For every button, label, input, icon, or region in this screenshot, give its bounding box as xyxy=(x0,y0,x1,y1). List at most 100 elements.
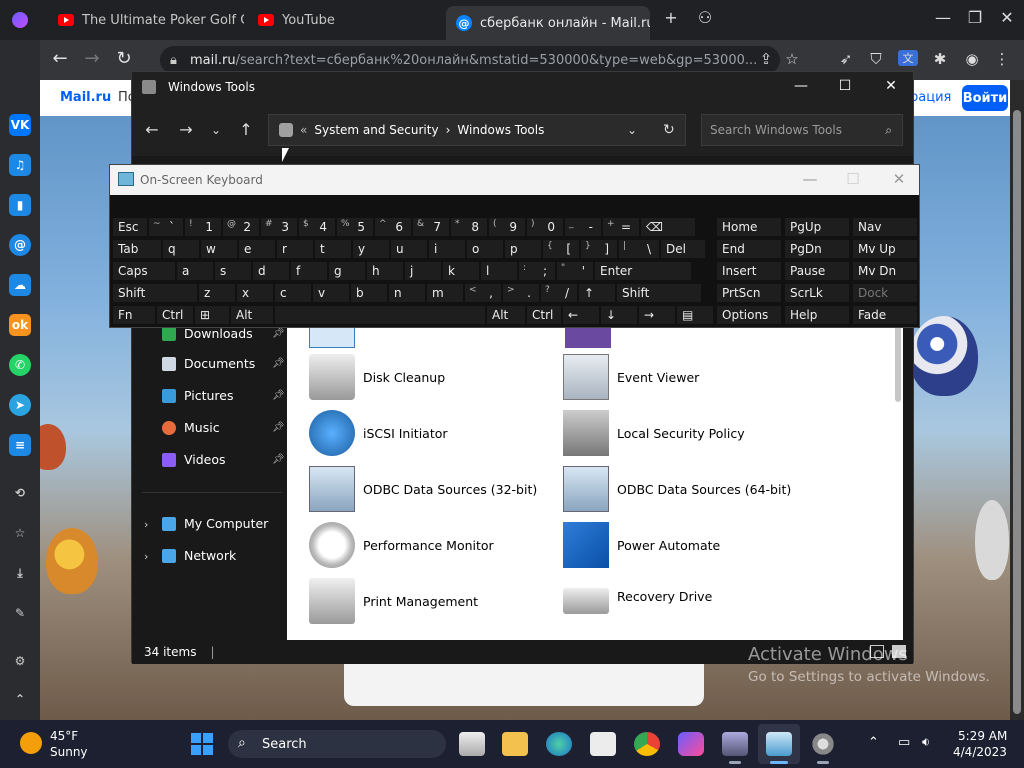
osk-key[interactable]: ^ 6 xyxy=(374,217,412,237)
cloud-icon[interactable]: ☁ xyxy=(9,274,31,296)
osk-key[interactable]: % 5 xyxy=(336,217,374,237)
osk-nav-key[interactable]: Dock xyxy=(852,283,918,303)
osk-key[interactable]: >. xyxy=(502,283,540,303)
stats-icon[interactable]: ▮ xyxy=(9,194,31,216)
osk-key[interactable]: {[ xyxy=(542,239,580,259)
osk-key[interactable]: o xyxy=(466,239,504,259)
osk-key[interactable]: + = xyxy=(602,217,640,237)
rocket-icon[interactable]: ➶ xyxy=(836,50,856,68)
whatsapp-icon[interactable]: ✆ xyxy=(9,354,31,376)
osk-key[interactable]: m xyxy=(426,283,464,303)
scrollbar-thumb[interactable] xyxy=(1013,110,1021,714)
tab-youtube[interactable]: YouTube xyxy=(248,5,438,35)
incognito-icon[interactable]: ⚇ xyxy=(690,8,720,27)
maximize-icon[interactable]: ☐ xyxy=(830,78,860,94)
osk-key[interactable]: @2 xyxy=(222,217,260,237)
osk-nav-key[interactable]: PgUp xyxy=(784,217,850,237)
extensions-icon[interactable]: ✱ xyxy=(930,50,950,68)
nav-item-my-computer[interactable]: My Computer xyxy=(162,516,268,531)
osk-key[interactable]: ↓ xyxy=(600,305,638,325)
osk-key[interactable]: Fn xyxy=(112,305,156,325)
close-icon[interactable]: ✕ xyxy=(884,170,914,188)
osk-key[interactable]: ← xyxy=(562,305,600,325)
refresh-icon[interactable]: ↻ xyxy=(663,122,675,138)
breadcrumb-system-security[interactable]: System and Security xyxy=(314,123,438,137)
profile-icon[interactable]: ◉ xyxy=(962,50,982,68)
weather-condition[interactable]: Sunny xyxy=(50,745,88,759)
osk-key[interactable]: Shift xyxy=(112,283,198,303)
close-window-icon[interactable]: ✕ xyxy=(992,8,1022,27)
osk-key[interactable] xyxy=(274,305,486,325)
nav-item-videos[interactable]: Videos xyxy=(162,452,226,467)
osk-key[interactable]: c xyxy=(274,283,312,303)
volume-icon[interactable]: 🔉︎ xyxy=(922,735,930,750)
osk-key[interactable]: f xyxy=(290,261,328,281)
osk-key[interactable]: ? / xyxy=(540,283,578,303)
share-icon[interactable]: ⇪ xyxy=(756,50,776,68)
url-field[interactable]: 🔒︎ mail.ru/search?text=сбербанк%20онлайн… xyxy=(160,46,780,74)
osk-nav-key[interactable]: PrtScn xyxy=(716,283,782,303)
osk-nav-key[interactable]: Help xyxy=(784,305,850,325)
osk-key[interactable]: #3 xyxy=(260,217,298,237)
osk-key[interactable]: & 7 xyxy=(412,217,450,237)
tool-event-viewer[interactable]: Event Viewer xyxy=(563,354,699,400)
osk-key[interactable]: ⊞ xyxy=(194,305,230,325)
weather-temperature[interactable]: 45°F xyxy=(50,729,78,743)
back-icon[interactable]: ← xyxy=(142,120,162,139)
osk-key[interactable]: ! 1 xyxy=(184,217,222,237)
osk-nav-key[interactable]: PgDn xyxy=(784,239,850,259)
minimize-icon[interactable]: — xyxy=(795,170,825,188)
new-tab-icon[interactable]: + xyxy=(656,8,686,27)
collapse-icon[interactable]: ⌃ xyxy=(9,688,31,710)
mailru-logo[interactable]: Mail.ru xyxy=(60,90,111,105)
osk-nav-key[interactable]: Fade xyxy=(852,305,918,325)
control-panel-taskbar-icon[interactable] xyxy=(722,732,748,756)
chevron-right-icon[interactable]: › xyxy=(144,550,148,563)
osk-key[interactable]: k xyxy=(442,261,480,281)
breadcrumb[interactable]: « System and Security › Windows Tools ⌄ … xyxy=(268,114,686,146)
bookmark-star-icon[interactable]: ☆ xyxy=(782,50,802,68)
translate-icon[interactable]: 文 xyxy=(898,50,918,66)
osk-key[interactable]: Ctrl xyxy=(526,305,562,325)
osk-nav-key[interactable]: Mv Up xyxy=(852,239,918,259)
pin-icon[interactable]: 📌︎ xyxy=(272,454,285,465)
osk-nav-key[interactable]: Insert xyxy=(716,261,782,281)
osk-key[interactable]: :; xyxy=(518,261,556,281)
osk-key[interactable]: ~ ` xyxy=(148,217,184,237)
taskbar-search[interactable]: ⌕ Search xyxy=(228,730,446,758)
chrome-icon[interactable] xyxy=(634,732,660,756)
osk-key[interactable]: ⌫ xyxy=(640,217,696,237)
tab-mailru-active[interactable]: @ сбербанк онлайн - Mail.ru ✕ xyxy=(446,6,650,40)
tool-power-automate[interactable]: Power Automate xyxy=(563,522,720,568)
clock-date[interactable]: 4/4/2023 xyxy=(953,745,1007,759)
forward-icon[interactable]: → xyxy=(176,120,196,139)
settings-icon[interactable]: ⚙ xyxy=(9,650,31,672)
pin-icon[interactable]: 📌︎ xyxy=(272,422,285,433)
osk-key[interactable]: u xyxy=(390,239,428,259)
osk-key[interactable]: Del xyxy=(660,239,706,259)
clock-time[interactable]: 5:29 AM xyxy=(958,729,1007,743)
edge-icon[interactable] xyxy=(546,732,572,756)
minimize-icon[interactable]: — xyxy=(928,8,958,27)
osk-nav-key[interactable]: Mv Dn xyxy=(852,261,918,281)
osk-key[interactable]: p xyxy=(504,239,542,259)
maximize-icon[interactable]: ☐ xyxy=(838,170,868,188)
ok-icon[interactable]: ok xyxy=(9,314,31,336)
nav-item-pictures[interactable]: Pictures xyxy=(162,388,234,403)
osk-key[interactable]: ▤ xyxy=(676,305,714,325)
reload-icon[interactable]: ↻ xyxy=(112,48,136,69)
osk-nav-key[interactable]: Pause xyxy=(784,261,850,281)
restore-icon[interactable]: ❐ xyxy=(960,8,990,27)
osk-key[interactable]: | \ xyxy=(618,239,660,259)
osk-key[interactable]: g xyxy=(328,261,366,281)
osk-nav-key[interactable]: End xyxy=(716,239,782,259)
extensions-sidebar-icon[interactable]: ✎ xyxy=(9,602,31,624)
osk-key[interactable]: r xyxy=(276,239,314,259)
downloads-icon[interactable]: ⤓ xyxy=(9,562,31,584)
microsoft-store-icon[interactable] xyxy=(590,732,616,756)
tool-disk-cleanup[interactable]: Disk Cleanup xyxy=(309,354,445,400)
search-input[interactable]: Search Windows Tools ⌕ xyxy=(701,114,903,146)
login-button[interactable]: Войти xyxy=(962,85,1008,111)
settings-taskbar-icon[interactable] xyxy=(810,732,836,756)
osk-key[interactable]: ↑ xyxy=(578,283,616,303)
